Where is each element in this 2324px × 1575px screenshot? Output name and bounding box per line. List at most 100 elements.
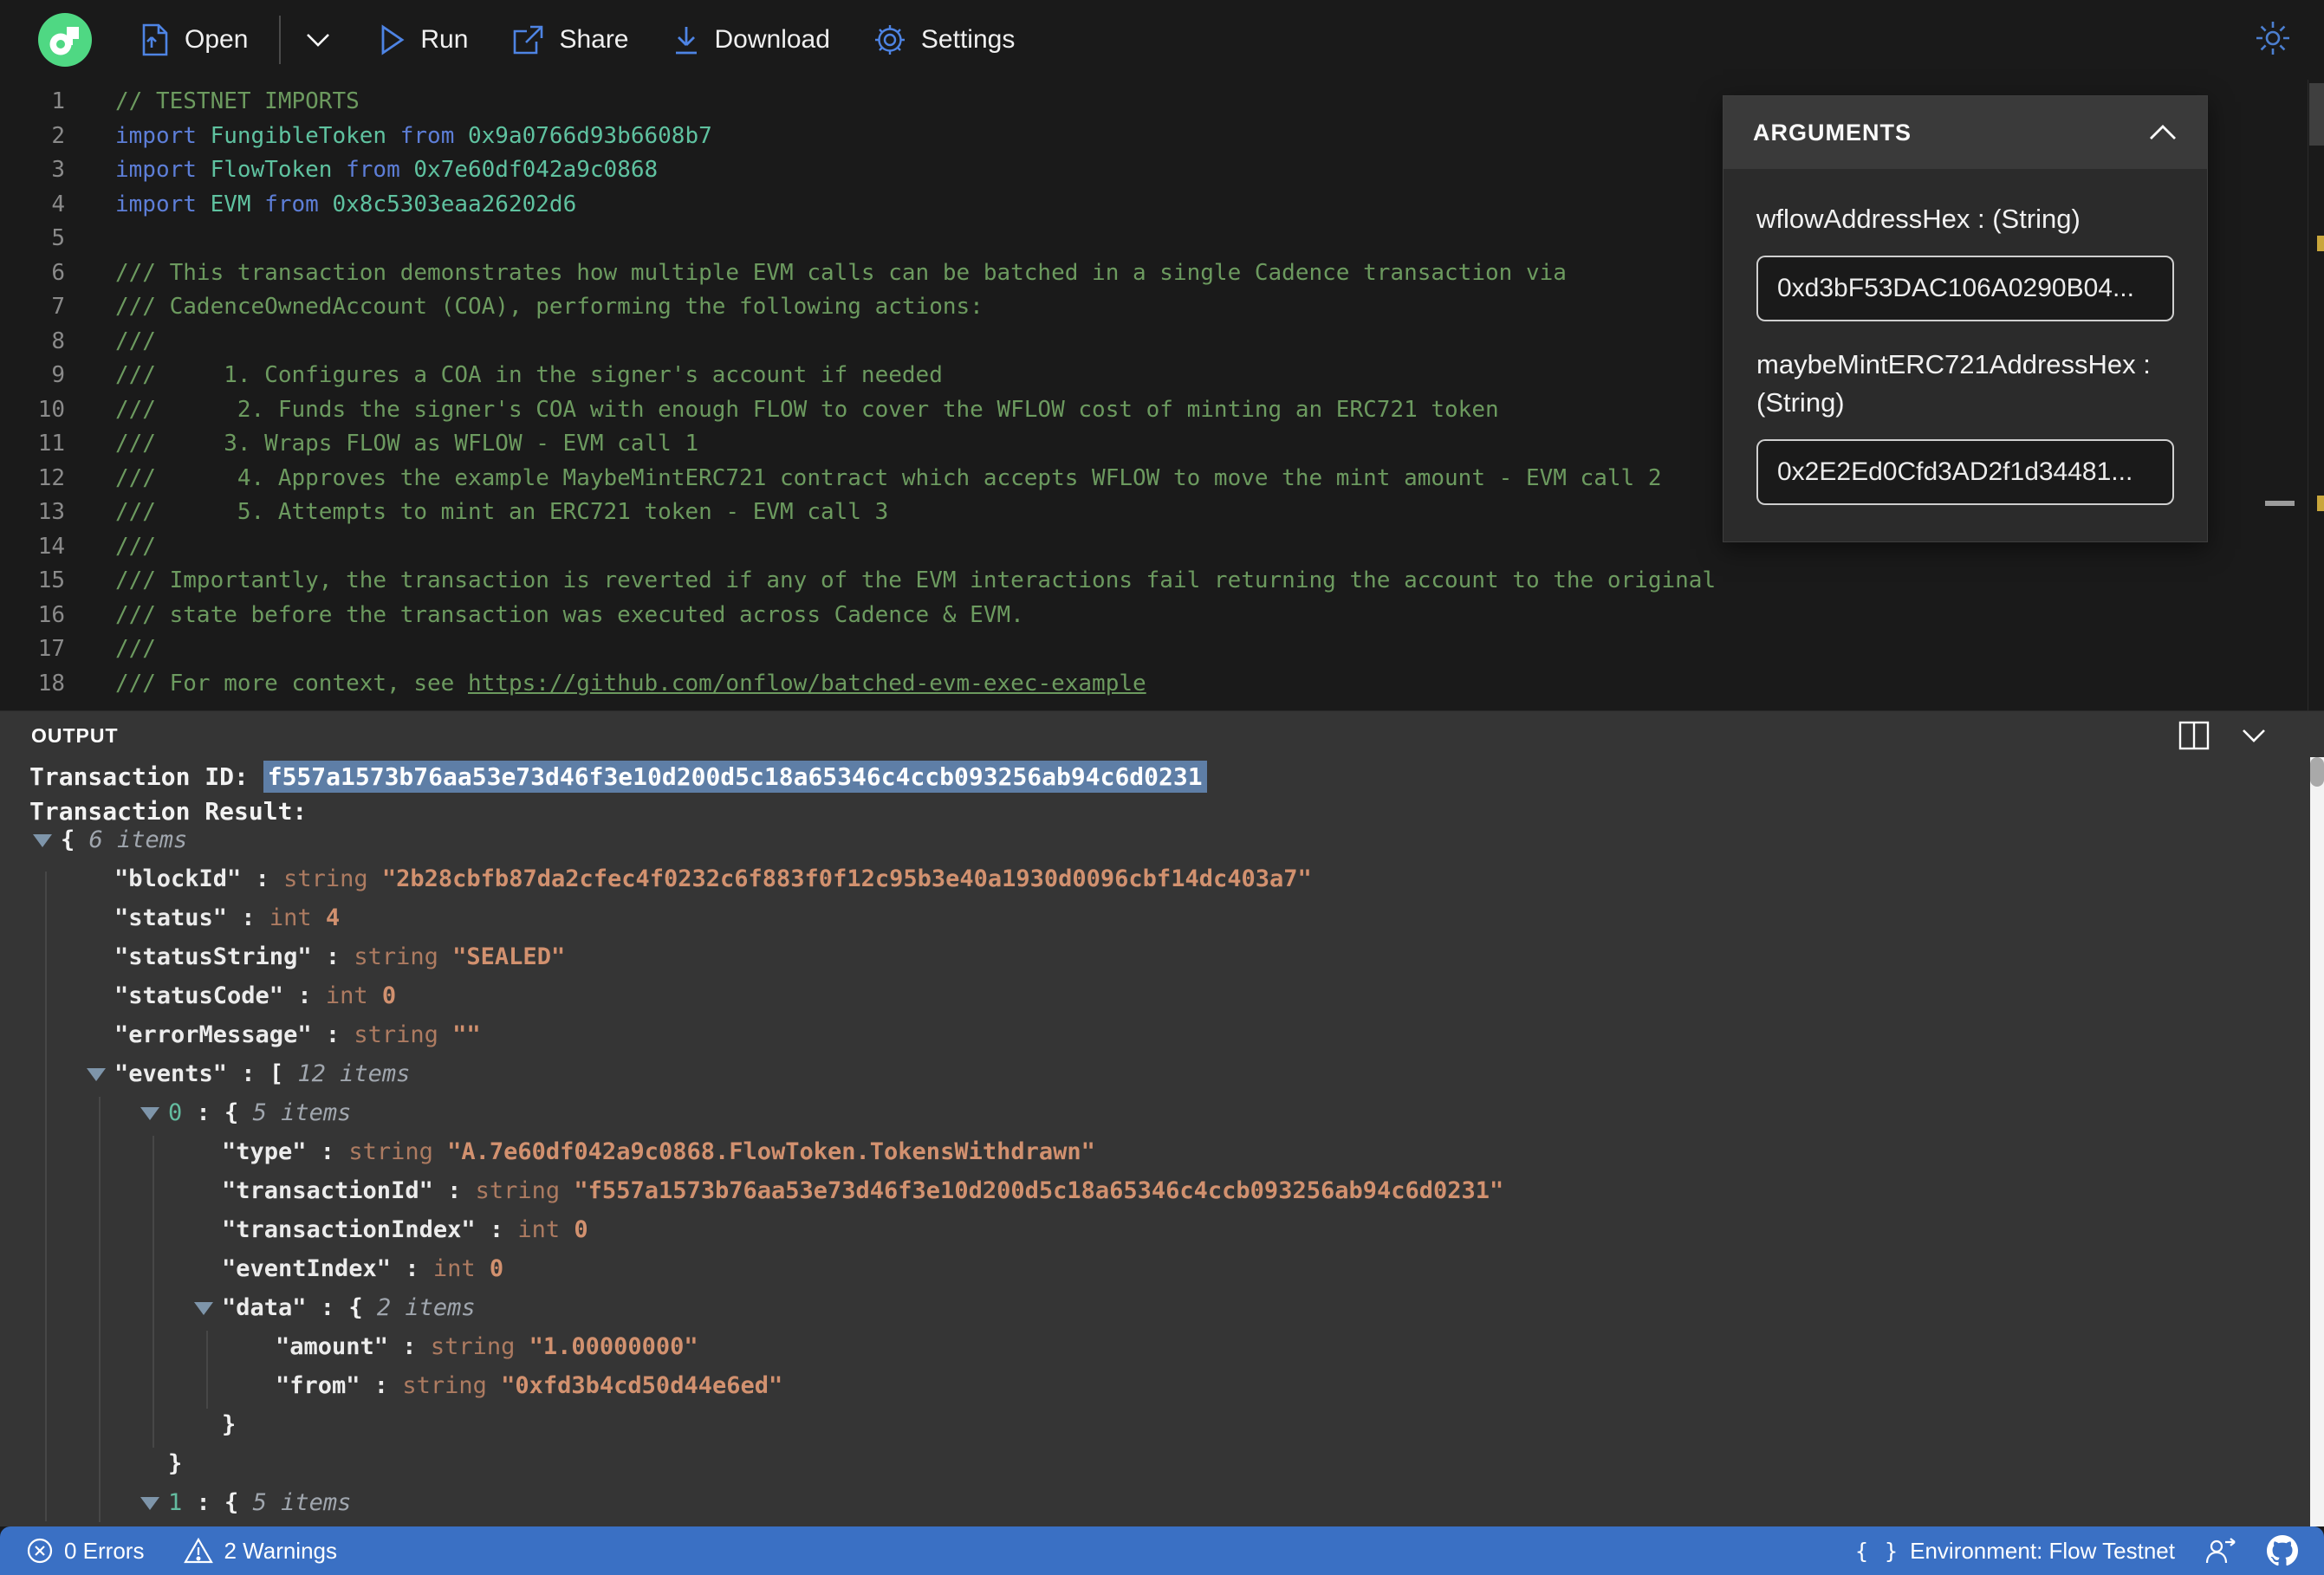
editor-scrollbar-thumb[interactable] [2309, 83, 2324, 146]
json-row: "events" : [ 12 items [29, 1054, 2324, 1093]
line-number: 9 [51, 362, 65, 388]
collapse-output-chevron-icon[interactable] [2241, 728, 2267, 743]
output-title: OUTPUT [31, 723, 119, 747]
json-row: "transactionId" : string "f557a1573b76aa… [222, 1177, 1504, 1204]
json-row: "type" : string "A.7e60df042a9c0868.Flow… [222, 1138, 1095, 1165]
code-line: 17/// [0, 632, 2324, 667]
line-number: 7 [51, 294, 65, 320]
share-button[interactable]: Share [511, 24, 629, 55]
transaction-id-line: Transaction ID: f557a1573b76aa53e73d46f3… [29, 760, 2324, 794]
code-line: 18/// For more context, see https://gith… [0, 667, 2324, 702]
run-label: Run [420, 25, 469, 54]
environment-label: Environment: Flow Testnet [1910, 1537, 2175, 1564]
line-number: 17 [37, 636, 65, 662]
output-panel: OUTPUT Transaction ID: f557a1573b76aa53e… [0, 710, 2324, 1526]
error-icon [27, 1538, 53, 1564]
collapse-arrow-icon[interactable] [33, 834, 52, 847]
warning-marker [2317, 496, 2324, 511]
collapse-arrow-icon[interactable] [194, 1302, 213, 1315]
sun-icon [2256, 21, 2289, 55]
argument-label: wflowAddressHex : (String) [1756, 204, 2081, 234]
settings-button[interactable]: Settings [873, 23, 1015, 56]
warning-icon [184, 1537, 214, 1564]
toolbar: Open Run Share Download Settings [0, 0, 2324, 80]
line-number: 8 [51, 327, 65, 354]
output-scrollbar-thumb[interactable] [2310, 757, 2324, 787]
toolbar-divider [279, 16, 282, 64]
indent-guide [206, 1331, 208, 1409]
line-number: 1 [51, 88, 65, 114]
theme-toggle-button[interactable] [2255, 20, 2291, 61]
output-body: Transaction ID: f557a1573b76aa53e73d46f3… [0, 760, 2324, 1526]
json-tree: { 6 items "blockId" : string "2b28cbfb87d… [29, 820, 2324, 1526]
open-label: Open [185, 25, 249, 54]
open-file-icon [142, 23, 168, 56]
arguments-title: ARGUMENTS [1753, 119, 1912, 146]
warnings-status[interactable]: 2 Warnings [184, 1537, 337, 1565]
environment-status[interactable]: { } Environment: Flow Testnet [1855, 1538, 2175, 1565]
json-row: "statusCode" : int 0 [114, 982, 397, 1009]
maybemint-address-input[interactable] [1756, 439, 2174, 505]
json-row: "amount" : string "1.00000000" [276, 1333, 698, 1360]
open-button[interactable]: Open [140, 23, 248, 56]
scroll-position-marker [2265, 501, 2295, 506]
collapse-arrow-icon[interactable] [140, 1107, 159, 1120]
braces-icon: { } [1854, 1538, 1900, 1564]
json-row: "statusString" : string "SEALED" [114, 943, 566, 970]
run-button[interactable]: Run [380, 24, 468, 55]
code-link[interactable]: https://github.com/onflow/batched-evm-ex… [468, 671, 1146, 697]
gear-icon [874, 25, 905, 55]
arguments-body: wflowAddressHex : (String) maybeMintERC7… [1724, 169, 2207, 541]
wflow-address-input[interactable] [1756, 256, 2174, 321]
play-icon [381, 24, 405, 55]
line-number: 3 [51, 157, 65, 183]
transaction-id-value[interactable]: f557a1573b76aa53e73d46f3e10d200d5c18a653… [263, 761, 1207, 793]
line-number: 12 [37, 464, 65, 491]
line-number: 10 [37, 396, 65, 423]
status-bar: 0 Errors 2 Warnings { } Environment: Flo… [0, 1526, 2324, 1575]
arguments-panel: ARGUMENTS wflowAddressHex : (String) may… [1723, 95, 2208, 542]
share-icon [514, 25, 543, 55]
line-number: 18 [37, 670, 65, 697]
line-number: 4 [51, 191, 65, 217]
errors-count: 0 Errors [64, 1537, 145, 1564]
line-number: 15 [37, 567, 65, 593]
indent-guide [45, 872, 47, 1521]
download-label: Download [714, 25, 830, 54]
github-icon[interactable] [2267, 1535, 2298, 1566]
line-number: 5 [51, 225, 65, 251]
indent-guide [153, 1136, 154, 1448]
chevron-down-icon [307, 34, 330, 47]
line-number: 11 [37, 431, 65, 457]
line-number: 6 [51, 259, 65, 286]
json-row: "transactionIndex" : int 0 [222, 1216, 588, 1243]
chevron-up-icon[interactable] [2148, 124, 2178, 141]
errors-status[interactable]: 0 Errors [26, 1537, 144, 1565]
line-number: 2 [51, 122, 65, 149]
json-row: "errorMessage" : string "" [114, 1021, 481, 1048]
warnings-count: 2 Warnings [224, 1537, 338, 1564]
download-button[interactable]: Download [672, 24, 830, 55]
line-number: 13 [37, 499, 65, 525]
open-dropdown-button[interactable] [305, 32, 331, 48]
indent-guide [99, 1097, 101, 1522]
settings-label: Settings [920, 25, 1016, 54]
collapse-arrow-icon[interactable] [87, 1068, 106, 1081]
split-panel-icon[interactable] [2178, 721, 2210, 750]
arguments-panel-header[interactable]: ARGUMENTS [1724, 96, 2207, 169]
collapse-arrow-icon[interactable] [140, 1497, 159, 1510]
download-icon [675, 27, 697, 55]
output-scrollbar-track[interactable] [2310, 757, 2324, 1526]
json-row: 0 : { 5 items [29, 1093, 2324, 1132]
warning-marker [2317, 236, 2324, 251]
output-header: OUTPUT [0, 711, 2324, 760]
json-row: { 6 items [29, 820, 2324, 859]
argument-label: maybeMintERC721AddressHex : (String) [1756, 349, 2151, 418]
json-row: 1 : { 5 items [29, 1483, 2324, 1522]
feedback-person-icon[interactable] [2204, 1536, 2237, 1565]
json-row: } [168, 1450, 183, 1477]
code-line: 15/// Importantly, the transaction is re… [0, 564, 2324, 599]
editor-scrollbar-track[interactable] [2308, 80, 2324, 710]
transaction-id-label: Transaction ID: [29, 762, 263, 791]
flow-logo-icon [38, 13, 92, 67]
